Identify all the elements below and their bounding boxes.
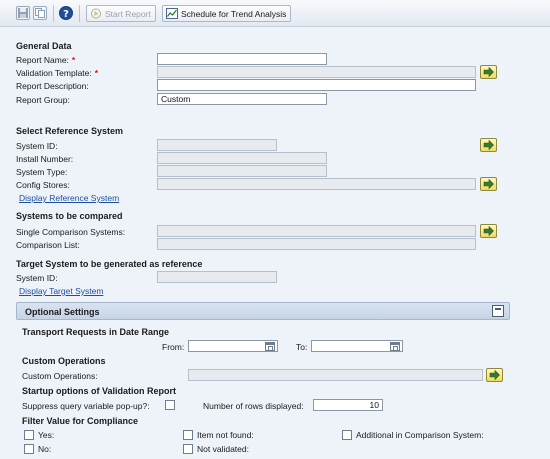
target-system-id-label: System ID: bbox=[16, 273, 58, 283]
custom-operations-input[interactable] bbox=[188, 369, 483, 381]
startup-options-heading: Startup options of Validation Report bbox=[22, 386, 176, 396]
suppress-popup-checkbox[interactable] bbox=[165, 400, 175, 410]
no-label: No: bbox=[38, 444, 52, 454]
item-not-found-label: Item not found: bbox=[197, 430, 254, 440]
toolbar-separator bbox=[79, 5, 80, 22]
optional-settings-header[interactable]: Optional Settings bbox=[16, 302, 510, 320]
yes-label: Yes: bbox=[38, 430, 55, 440]
value-help-icon[interactable] bbox=[480, 224, 497, 238]
chart-icon bbox=[166, 8, 178, 19]
from-date-input[interactable] bbox=[188, 340, 278, 352]
report-name-label-text: Report Name: bbox=[16, 55, 69, 65]
schedule-trend-analysis-button[interactable]: Schedule for Trend Analysis bbox=[162, 5, 292, 22]
target-system-id-input[interactable] bbox=[157, 271, 277, 283]
validation-template-label: Validation Template: * bbox=[16, 68, 98, 78]
target-system-heading: Target System to be generated as referen… bbox=[16, 259, 203, 269]
display-reference-system-link[interactable]: Display Reference System bbox=[19, 193, 119, 203]
system-type-label: System Type: bbox=[16, 167, 68, 177]
calendar-icon[interactable] bbox=[265, 342, 275, 351]
calendar-icon[interactable] bbox=[390, 342, 400, 351]
config-stores-input[interactable] bbox=[157, 178, 476, 190]
collapse-icon[interactable] bbox=[492, 305, 504, 317]
report-description-label: Report Description: bbox=[16, 81, 89, 91]
from-label: From: bbox=[162, 342, 185, 352]
copy-icon[interactable] bbox=[33, 6, 47, 20]
report-name-label: Report Name: * bbox=[16, 55, 75, 65]
systems-compared-heading: Systems to be compared bbox=[16, 211, 123, 221]
to-date-input[interactable] bbox=[311, 340, 403, 352]
install-number-label: Install Number: bbox=[16, 154, 74, 164]
general-data-heading: General Data bbox=[16, 41, 72, 51]
yes-checkbox[interactable] bbox=[24, 430, 34, 440]
report-description-input[interactable] bbox=[157, 79, 476, 91]
value-help-icon[interactable] bbox=[486, 368, 503, 382]
custom-operations-heading: Custom Operations bbox=[22, 356, 106, 366]
suppress-popup-label: Suppress query variable pop-up?: bbox=[22, 401, 150, 411]
start-report-icon bbox=[90, 8, 102, 19]
toolbar-separator bbox=[53, 5, 54, 22]
not-validated-checkbox[interactable] bbox=[183, 444, 193, 454]
report-name-input[interactable] bbox=[157, 53, 327, 65]
single-comparison-label: Single Comparison Systems: bbox=[16, 227, 126, 237]
install-number-input[interactable] bbox=[157, 152, 327, 164]
validation-template-input[interactable] bbox=[157, 66, 476, 78]
filter-compliance-heading: Filter Value for Compliance bbox=[22, 416, 139, 426]
comparison-list-input[interactable] bbox=[157, 238, 476, 250]
rows-displayed-input[interactable]: 10 bbox=[313, 399, 383, 411]
config-stores-label: Config Stores: bbox=[16, 180, 70, 190]
no-checkbox[interactable] bbox=[24, 444, 34, 454]
comparison-list-label: Comparison List: bbox=[16, 240, 80, 250]
single-comparison-input[interactable] bbox=[157, 225, 476, 237]
additional-in-comparison-checkbox[interactable] bbox=[342, 430, 352, 440]
reference-system-heading: Select Reference System bbox=[16, 126, 124, 136]
transport-requests-heading: Transport Requests in Date Range bbox=[22, 327, 170, 337]
custom-operations-label: Custom Operations: bbox=[22, 371, 98, 381]
rows-displayed-label: Number of rows displayed: bbox=[203, 401, 304, 411]
to-label: To: bbox=[296, 342, 308, 352]
validation-template-label-text: Validation Template: bbox=[16, 68, 92, 78]
display-target-system-link[interactable]: Display Target System bbox=[19, 286, 103, 296]
item-not-found-checkbox[interactable] bbox=[183, 430, 193, 440]
required-marker: * bbox=[71, 55, 76, 65]
value-help-icon[interactable] bbox=[480, 65, 497, 79]
save-icon[interactable] bbox=[16, 6, 30, 20]
svg-text:?: ? bbox=[63, 9, 69, 19]
toolbar: ? Start Report Schedule for Trend Analys… bbox=[0, 0, 550, 27]
reference-system-id-label: System ID: bbox=[16, 141, 58, 151]
value-help-icon[interactable] bbox=[480, 177, 497, 191]
start-report-label: Start Report bbox=[105, 8, 151, 19]
start-report-button[interactable]: Start Report bbox=[86, 5, 156, 22]
report-group-input[interactable]: Custom bbox=[157, 93, 327, 105]
system-type-input[interactable] bbox=[157, 165, 327, 177]
additional-in-comparison-label: Additional in Comparison System: bbox=[356, 430, 484, 440]
report-group-label: Report Group: bbox=[16, 95, 70, 105]
required-marker: * bbox=[94, 68, 99, 78]
value-help-icon[interactable] bbox=[480, 138, 497, 152]
optional-settings-title: Optional Settings bbox=[25, 307, 100, 317]
reference-system-id-input[interactable] bbox=[157, 139, 277, 151]
not-validated-label: Not validated: bbox=[197, 444, 249, 454]
schedule-label: Schedule for Trend Analysis bbox=[181, 8, 287, 19]
help-icon[interactable]: ? bbox=[59, 6, 73, 20]
